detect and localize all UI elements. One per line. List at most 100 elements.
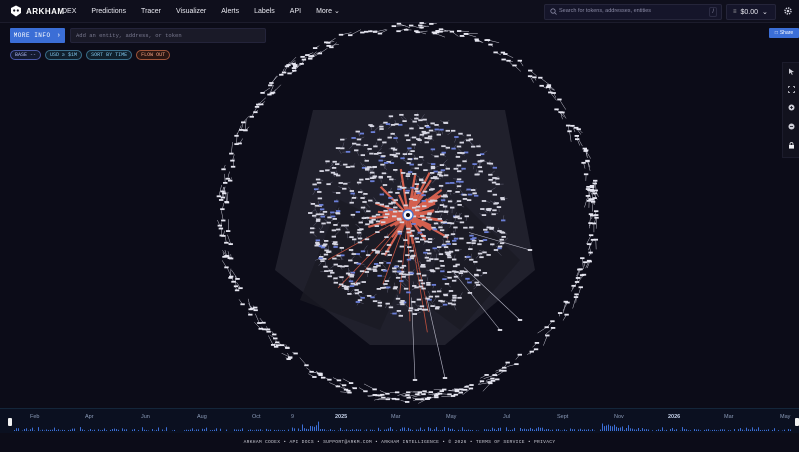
graph-node[interactable] (273, 337, 278, 340)
graph-node[interactable] (414, 117, 419, 120)
graph-node[interactable] (402, 120, 407, 123)
graph-node[interactable] (589, 214, 595, 217)
graph-node[interactable] (350, 271, 356, 274)
graph-node[interactable] (422, 274, 427, 277)
graph-node[interactable] (364, 216, 370, 219)
graph-node[interactable] (421, 308, 427, 311)
graph-node[interactable] (217, 224, 223, 227)
graph-node[interactable] (273, 345, 279, 348)
graph-node[interactable] (407, 158, 412, 161)
graph-node[interactable] (575, 138, 580, 141)
graph-node[interactable] (528, 69, 533, 72)
graph-node[interactable] (405, 175, 411, 177)
graph-node[interactable] (344, 265, 349, 268)
graph-node[interactable] (235, 278, 240, 280)
graph-node[interactable] (332, 218, 337, 220)
search-box[interactable]: Search for tokens, addresses, entities / (544, 4, 722, 20)
graph-node[interactable] (359, 132, 365, 135)
graph-node[interactable] (466, 199, 472, 202)
graph-node[interactable] (450, 233, 456, 236)
graph-node[interactable] (452, 243, 457, 246)
graph-node[interactable] (379, 203, 385, 206)
graph-node[interactable] (360, 206, 366, 209)
graph-node[interactable] (426, 283, 431, 286)
graph-node[interactable] (406, 139, 411, 142)
graph-node[interactable] (425, 126, 431, 129)
graph-node[interactable] (420, 215, 425, 217)
graph-node[interactable] (320, 376, 326, 379)
graph-node[interactable] (377, 274, 382, 277)
graph-node[interactable] (416, 298, 422, 301)
graph-node[interactable] (406, 291, 411, 294)
graph-node[interactable] (462, 198, 468, 200)
graph-node[interactable] (410, 186, 415, 189)
graph-node[interactable] (319, 231, 325, 233)
graph-node[interactable] (501, 58, 506, 61)
graph-node[interactable] (347, 293, 352, 295)
graph-node[interactable] (421, 235, 426, 238)
graph-node[interactable] (365, 178, 370, 180)
graph-node[interactable] (420, 264, 426, 266)
graph-node[interactable] (583, 173, 589, 176)
graph-node[interactable] (411, 223, 416, 225)
graph-node[interactable] (223, 181, 228, 184)
graph-node[interactable] (365, 223, 370, 226)
graph-node[interactable] (563, 300, 568, 303)
graph-node[interactable] (427, 241, 433, 244)
graph-node[interactable] (318, 203, 324, 206)
graph-node[interactable] (315, 239, 321, 242)
graph-node[interactable] (451, 279, 457, 282)
graph-node[interactable] (362, 201, 367, 203)
graph-node[interactable] (416, 272, 421, 275)
graph-node[interactable] (427, 252, 432, 255)
graph-node[interactable] (453, 216, 458, 219)
graph-node[interactable] (384, 161, 389, 164)
graph-node[interactable] (477, 252, 483, 255)
graph-node[interactable] (315, 220, 321, 222)
graph-node[interactable] (440, 153, 445, 156)
graph-node[interactable] (438, 171, 443, 174)
graph-node[interactable] (422, 390, 427, 393)
graph-node[interactable] (550, 320, 555, 323)
graph-node[interactable] (373, 145, 378, 148)
graph-node[interactable] (447, 276, 452, 279)
graph-node[interactable] (576, 128, 581, 131)
graph-node[interactable] (430, 305, 435, 307)
graph-node[interactable] (476, 269, 481, 272)
graph-node[interactable] (359, 178, 364, 181)
graph-node[interactable] (440, 199, 446, 202)
graph-node[interactable] (399, 113, 404, 116)
graph-node[interactable] (248, 313, 253, 316)
graph-node[interactable] (330, 171, 336, 174)
graph-node[interactable] (312, 47, 318, 49)
graph-node[interactable] (440, 270, 445, 273)
graph-node[interactable] (424, 397, 430, 400)
graph-node[interactable] (396, 310, 402, 312)
graph-node[interactable] (350, 192, 355, 195)
graph-node[interactable] (403, 239, 408, 242)
graph-node[interactable] (332, 160, 337, 163)
graph-node[interactable] (349, 190, 355, 192)
graph-node[interactable] (405, 189, 410, 192)
graph-node[interactable] (527, 75, 533, 78)
graph-node[interactable] (404, 28, 409, 31)
graph-node[interactable] (422, 118, 427, 121)
graph-node[interactable] (557, 312, 563, 314)
graph-node[interactable] (372, 394, 377, 396)
graph-node[interactable] (403, 287, 409, 290)
graph-node[interactable] (457, 296, 462, 299)
graph-node[interactable] (571, 284, 576, 287)
graph-node[interactable] (422, 132, 427, 135)
graph-node[interactable] (501, 219, 506, 222)
graph-node[interactable] (427, 213, 432, 216)
filter-base[interactable]: BASE -- (10, 50, 42, 60)
graph-node[interactable] (319, 213, 325, 216)
graph-node[interactable] (287, 72, 292, 75)
graph-node[interactable] (397, 230, 402, 233)
graph-node[interactable] (434, 124, 439, 126)
graph-node[interactable] (491, 181, 497, 184)
graph-node[interactable] (428, 391, 434, 394)
graph-node[interactable] (431, 283, 437, 286)
graph-node[interactable] (383, 209, 388, 212)
graph-node[interactable] (488, 173, 493, 176)
